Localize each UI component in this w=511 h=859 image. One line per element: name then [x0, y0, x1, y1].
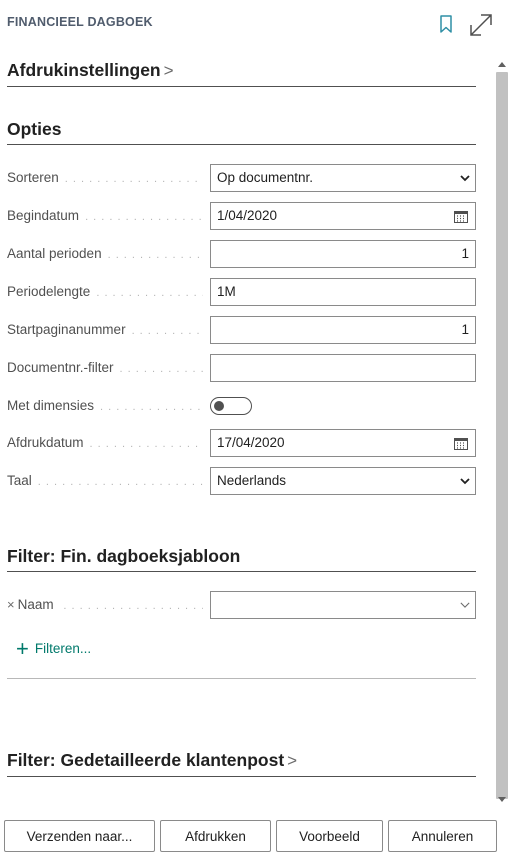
field-label: Met dimensies [7, 392, 203, 420]
scroll-up-arrow-icon[interactable] [498, 62, 506, 67]
print-date-value: 17/04/2020 [217, 435, 285, 450]
chevron-down-icon [460, 602, 470, 608]
section-divider [7, 776, 476, 777]
language-select[interactable]: Nederlands [210, 467, 476, 495]
filter-name-select[interactable] [210, 591, 476, 619]
scrollbar-thumb[interactable] [496, 72, 508, 799]
start-date-input[interactable]: 1/04/2020 [210, 202, 476, 230]
field-language: Taal Nederlands [7, 467, 476, 495]
plus-icon: + [16, 636, 29, 661]
field-label: × Naam [7, 591, 203, 619]
remove-filter-icon[interactable]: × [7, 597, 15, 612]
cancel-button[interactable]: Annuleren [388, 820, 497, 852]
chevron-right-icon: > [287, 751, 298, 770]
page-title: FINANCIEEL DAGBOEK [7, 15, 153, 29]
section-filter-template-title: Filter: Fin. dagboeksjabloon [7, 546, 241, 566]
filter-name-label: Naam [17, 597, 54, 612]
field-print-date: Afdrukdatum 17/04/2020 [7, 429, 476, 457]
field-label: Afdrukdatum [7, 429, 203, 457]
field-label: Periodelengte [7, 278, 203, 306]
scroll-down-arrow-icon[interactable] [498, 797, 506, 802]
section-print-settings-title: Afdrukinstellingen [7, 60, 161, 80]
print-date-input[interactable]: 17/04/2020 [210, 429, 476, 457]
section-divider [7, 86, 476, 87]
field-label: Taal [7, 467, 203, 495]
expand-icon[interactable] [468, 12, 494, 38]
section-options-title: Opties [7, 119, 62, 139]
dimensions-toggle[interactable] [210, 397, 252, 415]
section-divider [7, 144, 476, 145]
add-filter-label: Filteren... [34, 641, 92, 656]
sort-select-value: Op documentnr. [217, 170, 314, 185]
calendar-icon[interactable] [454, 210, 468, 223]
preview-button[interactable]: Voorbeeld [276, 820, 383, 852]
start-page-input[interactable]: 1 [210, 316, 476, 344]
field-start-page: Startpaginanummer 1 [7, 316, 476, 344]
field-label: Sorteren [7, 164, 203, 192]
toggle-knob [214, 401, 224, 411]
section-divider [7, 571, 476, 572]
chevron-down-icon [460, 478, 470, 485]
chevron-down-icon [460, 175, 470, 182]
request-page-content[interactable]: Afdrukinstellingen> Opties Sorteren Op d… [0, 46, 493, 806]
periods-input[interactable]: 1 [210, 240, 476, 268]
doc-filter-input[interactable] [210, 354, 476, 382]
panel-header: FINANCIEEL DAGBOEK [0, 0, 511, 46]
field-period-length: Periodelengte 1M [7, 278, 476, 306]
add-filter-link[interactable]: + Filteren... [16, 636, 91, 662]
bookmark-icon[interactable] [438, 14, 454, 34]
period-length-input[interactable]: 1M [210, 278, 476, 306]
field-sort: Sorteren Op documentnr. [7, 164, 476, 192]
section-print-settings[interactable]: Afdrukinstellingen > [7, 60, 174, 81]
field-start-date: Begindatum 1/04/2020 [7, 202, 476, 230]
field-label: Documentnr.-filter [7, 354, 203, 382]
field-filter-name: × Naam [7, 591, 476, 619]
section-divider [7, 678, 476, 679]
field-dimensions: Met dimensies [7, 392, 476, 420]
field-doc-filter: Documentnr.-filter [7, 354, 476, 382]
send-to-button[interactable]: Verzenden naar... [4, 820, 155, 852]
sort-select[interactable]: Op documentnr. [210, 164, 476, 192]
action-bar: Verzenden naar... Afdrukken Voorbeeld An… [0, 806, 511, 859]
field-label: Startpaginanummer [7, 316, 203, 344]
section-filter-customer-title: Filter: Gedetailleerde klantenpost [7, 750, 285, 770]
section-filter-customer[interactable]: Filter: Gedetailleerde klantenpost > [7, 750, 297, 771]
start-date-value: 1/04/2020 [217, 208, 278, 223]
field-periods: Aantal perioden 1 [7, 240, 476, 268]
field-label: Begindatum [7, 202, 203, 230]
language-select-value: Nederlands [217, 473, 287, 488]
print-button[interactable]: Afdrukken [160, 820, 271, 852]
calendar-icon[interactable] [454, 437, 468, 450]
chevron-right-icon: > [163, 61, 174, 80]
vertical-scrollbar[interactable] [495, 60, 509, 805]
field-label: Aantal perioden [7, 240, 203, 268]
